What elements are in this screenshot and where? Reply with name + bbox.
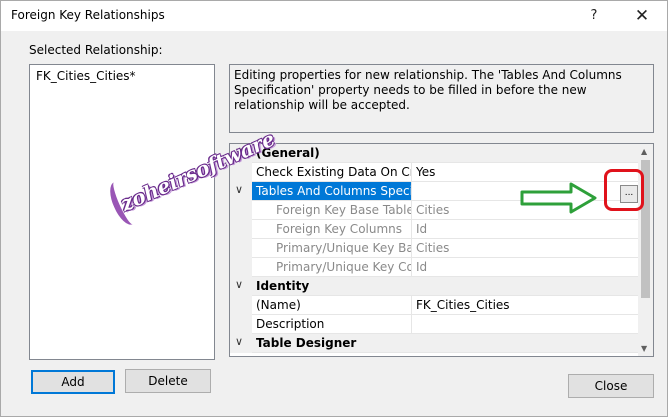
row-gutter <box>230 315 252 334</box>
property-name[interactable]: (Name) <box>252 296 412 315</box>
scroll-up-arrow-icon[interactable]: ▲ <box>641 147 647 156</box>
property-name: Primary/Unique Key Colu <box>252 258 412 277</box>
row-gutter <box>230 201 252 220</box>
property-name: Foreign Key Columns <box>252 220 412 239</box>
chevron-down-icon[interactable]: ∨ <box>235 278 243 291</box>
selected-relationship-label: Selected Relationship: <box>29 43 163 57</box>
property-grid[interactable]: ∨ (General) Check Existing Data On Creat… <box>229 143 654 357</box>
foreign-key-relationships-dialog: Foreign Key Relationships ? ✕ Selected R… <box>0 0 668 417</box>
property-name[interactable]: Tables And Columns Specifica <box>252 182 412 201</box>
row-gutter <box>230 220 252 239</box>
property-value[interactable]: FK_Cities_Cities <box>412 296 639 315</box>
category-header: (General) <box>252 144 639 163</box>
green-arrow-icon <box>520 182 597 214</box>
property-row[interactable]: (Name) FK_Cities_Cities <box>230 296 639 315</box>
title-bar: Foreign Key Relationships ? ✕ <box>1 1 667 31</box>
property-row[interactable]: Check Existing Data On Creat Yes <box>230 163 639 182</box>
row-gutter <box>230 296 252 315</box>
property-name[interactable]: Description <box>252 315 412 334</box>
chevron-down-icon[interactable]: ∨ <box>235 335 243 348</box>
row-gutter: ∨ <box>230 182 252 201</box>
property-value: Id <box>412 258 639 277</box>
property-value: Cities <box>412 239 639 258</box>
property-name: Primary/Unique Key Base <box>252 239 412 258</box>
chevron-down-icon[interactable]: ∨ <box>235 183 243 196</box>
property-row[interactable]: Foreign Key Columns Id <box>230 220 639 239</box>
category-identity[interactable]: ∨ Identity <box>230 277 639 296</box>
window-title: Foreign Key Relationships <box>11 8 165 22</box>
row-gutter: ∨ <box>230 334 252 353</box>
scroll-down-arrow-icon[interactable]: ▼ <box>641 344 647 353</box>
property-row[interactable]: Description <box>230 315 639 334</box>
highlight-box <box>604 169 644 211</box>
property-value[interactable] <box>412 315 639 334</box>
close-button[interactable]: Close <box>568 374 654 398</box>
row-gutter: ∨ <box>230 277 252 296</box>
add-button[interactable]: Add <box>31 370 115 394</box>
list-item[interactable]: FK_Cities_Cities* <box>36 69 136 83</box>
category-general[interactable]: ∨ (General) <box>230 144 639 163</box>
category-table-designer[interactable]: ∨ Table Designer <box>230 334 639 353</box>
property-row[interactable]: Primary/Unique Key Colu Id <box>230 258 639 277</box>
category-header: Table Designer <box>252 334 639 353</box>
property-name: Foreign Key Base Table <box>252 201 412 220</box>
delete-button[interactable]: Delete <box>125 369 211 393</box>
row-gutter <box>230 258 252 277</box>
close-window-button[interactable]: ✕ <box>627 3 657 29</box>
category-label: Identity <box>256 279 310 293</box>
property-row[interactable]: Primary/Unique Key Base Cities <box>230 239 639 258</box>
category-label: Table Designer <box>256 336 357 350</box>
category-header: Identity <box>252 277 639 296</box>
row-gutter <box>230 239 252 258</box>
description-box: Editing properties for new relationship.… <box>229 64 654 133</box>
property-name[interactable]: Check Existing Data On Creat <box>252 163 412 182</box>
help-button[interactable]: ? <box>579 3 609 29</box>
property-value: Id <box>412 220 639 239</box>
